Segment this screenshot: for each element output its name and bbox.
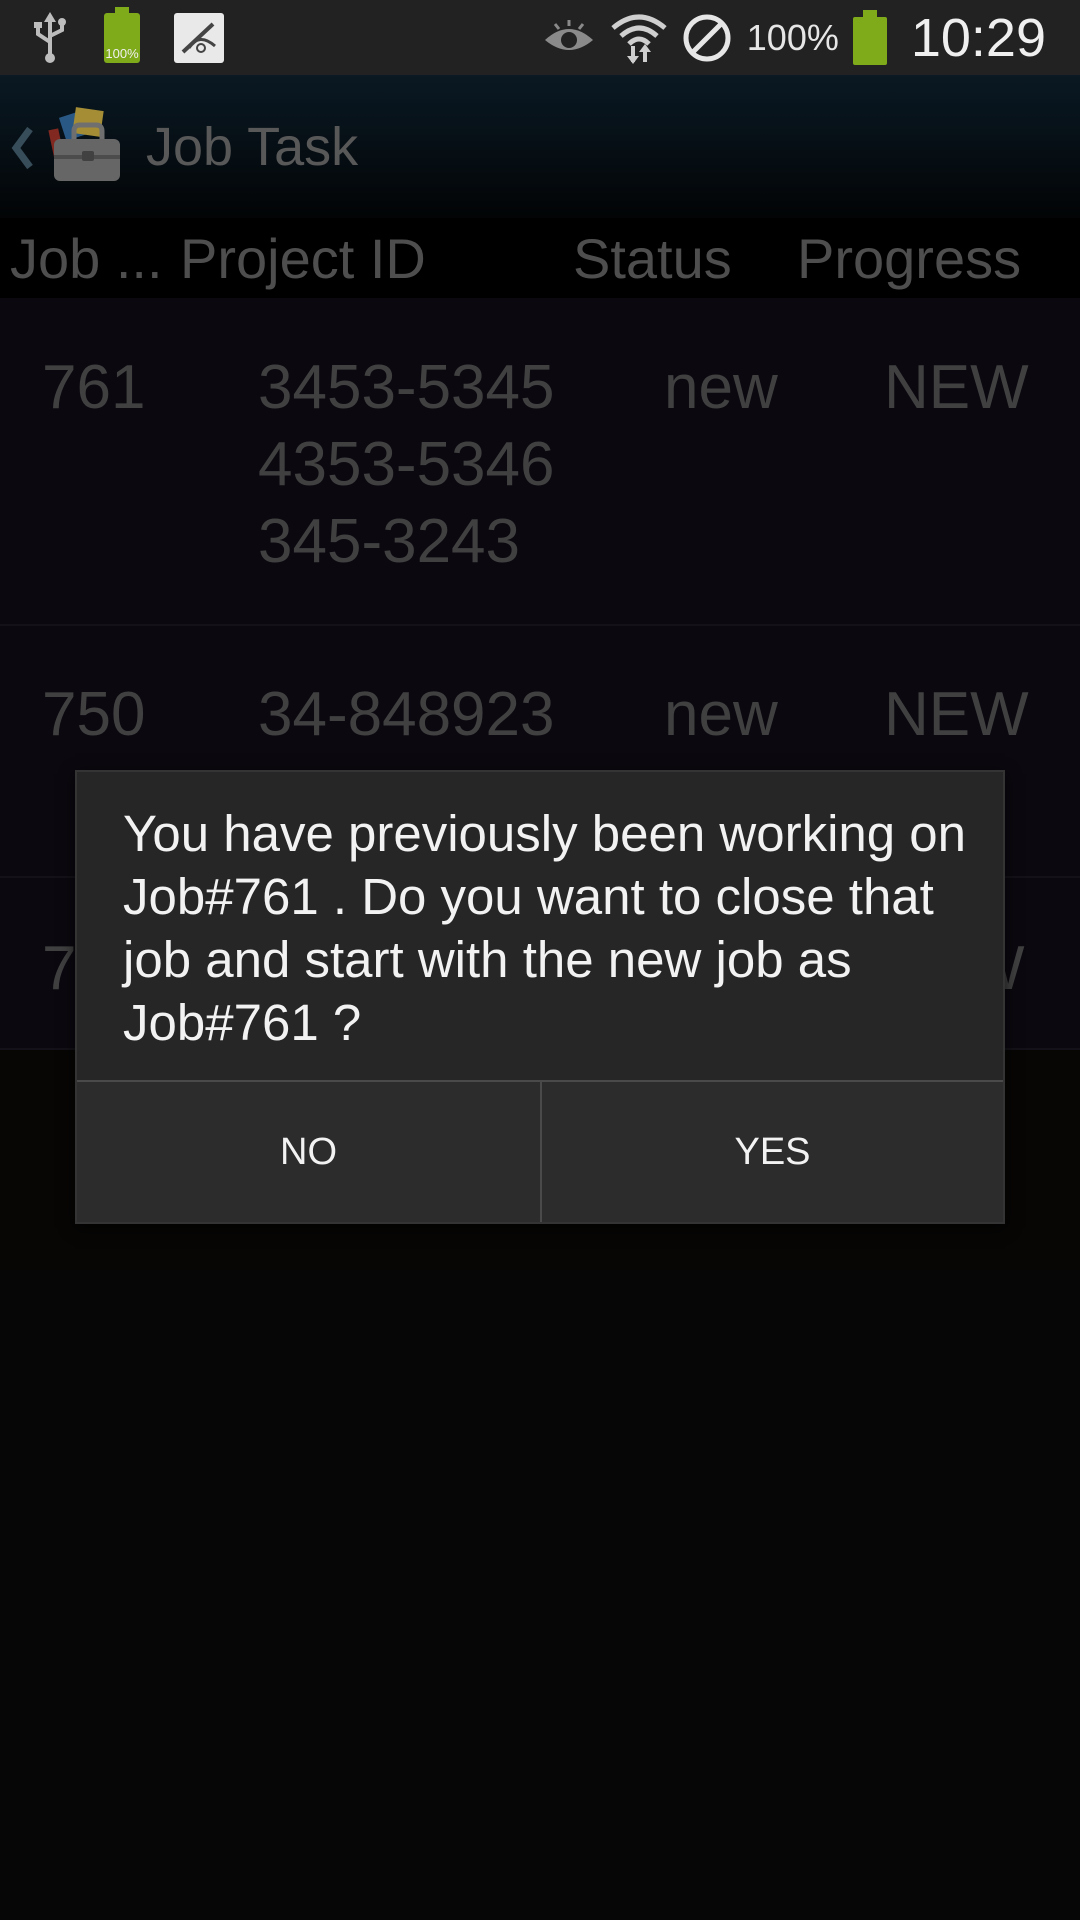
dialog-message: You have previously been working on Job#… (123, 805, 967, 1051)
block-icon (681, 12, 733, 64)
gallery-icon (174, 12, 224, 63)
battery-charged-icon: 100% (104, 6, 140, 63)
clock: 10:29 (910, 7, 1046, 68)
eye-icon (541, 18, 597, 58)
usb-icon (30, 11, 70, 64)
battery-percent: 100% (746, 16, 839, 58)
status-bar: 100% 100% 10:29 (0, 0, 1080, 75)
no-button[interactable]: NO (77, 1082, 540, 1222)
yes-button[interactable]: YES (540, 1082, 1003, 1222)
battery-icon (852, 9, 887, 65)
wifi-icon (611, 12, 667, 64)
confirm-dialog: You have previously been working on Job#… (75, 770, 1005, 1224)
small-battery-label: 100% (105, 45, 139, 61)
